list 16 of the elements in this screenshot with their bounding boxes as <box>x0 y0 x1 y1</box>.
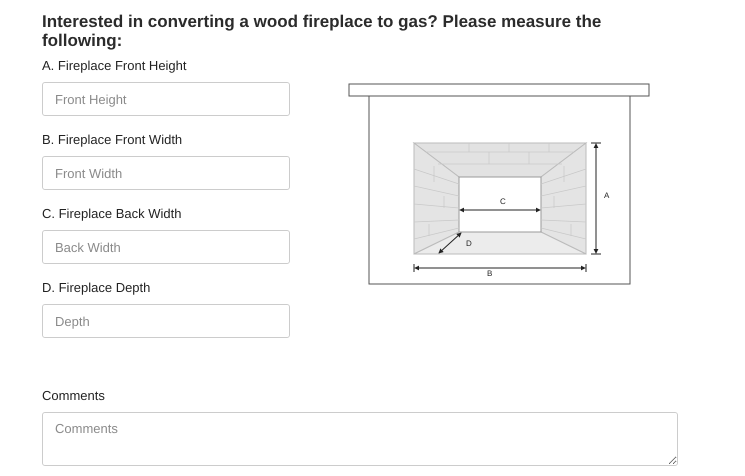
input-field[interactable]: Front Width <box>42 156 290 190</box>
input-field[interactable]: Front Height <box>42 82 290 116</box>
form-heading: Interested in converting a wood fireplace to gas? Please measure the following: <box>42 12 602 50</box>
comments-field[interactable]: Comments <box>42 412 678 466</box>
field-label: A. Fireplace Front Height <box>42 58 188 74</box>
field-label: Comments <box>42 388 106 404</box>
dimension-label: B <box>487 269 492 278</box>
input-field[interactable]: Back Width <box>42 230 290 264</box>
field-label: B. Fireplace Front Width <box>42 132 184 148</box>
dimension-label: D <box>466 239 472 248</box>
dimension-label: C <box>500 197 506 206</box>
dimension-label: A <box>604 191 610 200</box>
field-label: C. Fireplace Back Width <box>42 206 182 222</box>
field-label: D. Fireplace Depth <box>42 280 152 296</box>
dimension-arrow <box>438 232 462 254</box>
input-field[interactable]: Depth <box>42 304 290 338</box>
